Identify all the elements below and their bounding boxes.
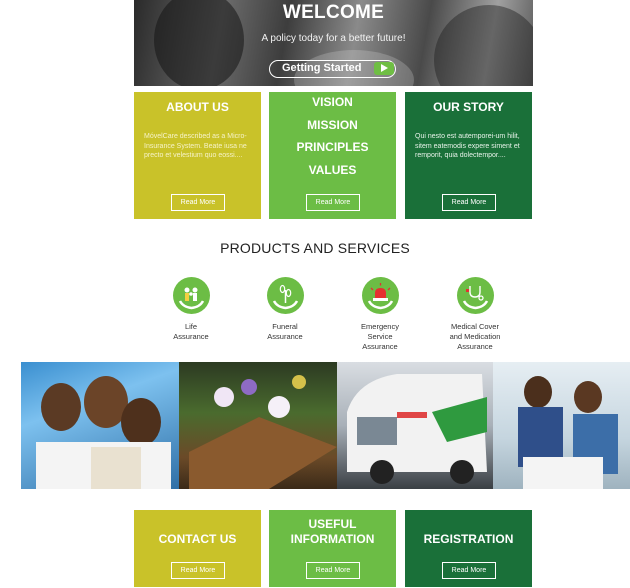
vision-read-more-button[interactable]: Read More	[306, 194, 360, 211]
getting-started-button[interactable]: Getting Started	[269, 60, 396, 78]
product-label-line: Medical Cover	[451, 322, 499, 331]
product-funeral-assurance[interactable]: Funeral Assurance	[245, 277, 325, 342]
product-label-line: Assurance	[362, 342, 398, 351]
product-label-line: Life	[184, 322, 198, 331]
useful-information-title-line: INFORMATION	[290, 532, 375, 546]
flower-hands-icon	[266, 277, 304, 314]
family-hands-icon	[172, 277, 210, 314]
funeral-flowers-photo	[179, 362, 337, 489]
product-medical-cover-assurance[interactable]: Medical Cover and Medication Assurance	[435, 277, 515, 352]
about-us-title: ABOUT US	[166, 100, 229, 114]
about-us-text: MóvelCare described as a Micro-Insurance…	[144, 133, 247, 159]
play-arrow-icon	[374, 62, 394, 75]
mission-heading: MISSION	[307, 117, 358, 132]
about-us-tile: ABOUT US MóvelCare described as a Micro-…	[134, 92, 261, 219]
useful-information-tile: USEFUL INFORMATION Read More	[269, 510, 396, 587]
about-us-read-more-button[interactable]: Read More	[171, 194, 225, 211]
principles-heading: PRINCIPLES	[296, 140, 369, 154]
stethoscope-hands-icon	[456, 277, 494, 314]
registration-read-more-button[interactable]: Read More	[442, 562, 496, 579]
product-label-line: Assurance	[173, 332, 209, 341]
product-label-line: and Medication	[449, 332, 501, 341]
product-label-line: Emergency	[361, 322, 399, 331]
contact-us-title: CONTACT US	[158, 532, 237, 546]
contact-us-tile: CONTACT US Read More	[134, 510, 261, 587]
contact-us-read-more-button[interactable]: Read More	[171, 562, 225, 579]
ambulance-photo	[337, 362, 493, 489]
siren-hands-icon	[361, 277, 399, 314]
registration-title: REGISTRATION	[423, 532, 514, 546]
vision-mission-tile: VISION MISSION PRINCIPLES VALUES Read Mo…	[269, 92, 396, 219]
product-emergency-service-assurance[interactable]: Emergency Service Assurance	[340, 277, 420, 352]
product-label-line: Service	[367, 332, 393, 341]
hero-banner: WELCOME A policy today for a better futu…	[134, 0, 533, 86]
registration-tile: REGISTRATION Read More	[405, 510, 532, 587]
products-heading: PRODUCTS AND SERVICES	[220, 240, 410, 256]
our-story-title: OUR STORY	[433, 100, 504, 114]
product-label-line: Assurance	[267, 332, 303, 341]
our-story-text: Qui nesto est autemporei-um hilit, sitem…	[415, 133, 520, 159]
values-heading: VALUES	[308, 162, 357, 177]
our-story-tile: OUR STORY Qui nesto est autemporei-um hi…	[405, 92, 532, 219]
hero-subtitle: A policy today for a better future!	[261, 33, 406, 44]
useful-information-title-line: USEFUL	[308, 517, 357, 531]
product-label-line: Assurance	[457, 342, 493, 351]
product-label-line: Funeral	[272, 322, 298, 331]
useful-information-read-more-button[interactable]: Read More	[306, 562, 360, 579]
product-life-assurance[interactable]: Life Assurance	[151, 277, 231, 342]
vision-heading: VISION	[312, 95, 353, 109]
medical-care-photo	[493, 362, 630, 489]
our-story-read-more-button[interactable]: Read More	[442, 194, 496, 211]
family-photo	[21, 362, 179, 489]
hero-title: WELCOME	[282, 2, 385, 23]
getting-started-label: Getting Started	[282, 62, 362, 74]
